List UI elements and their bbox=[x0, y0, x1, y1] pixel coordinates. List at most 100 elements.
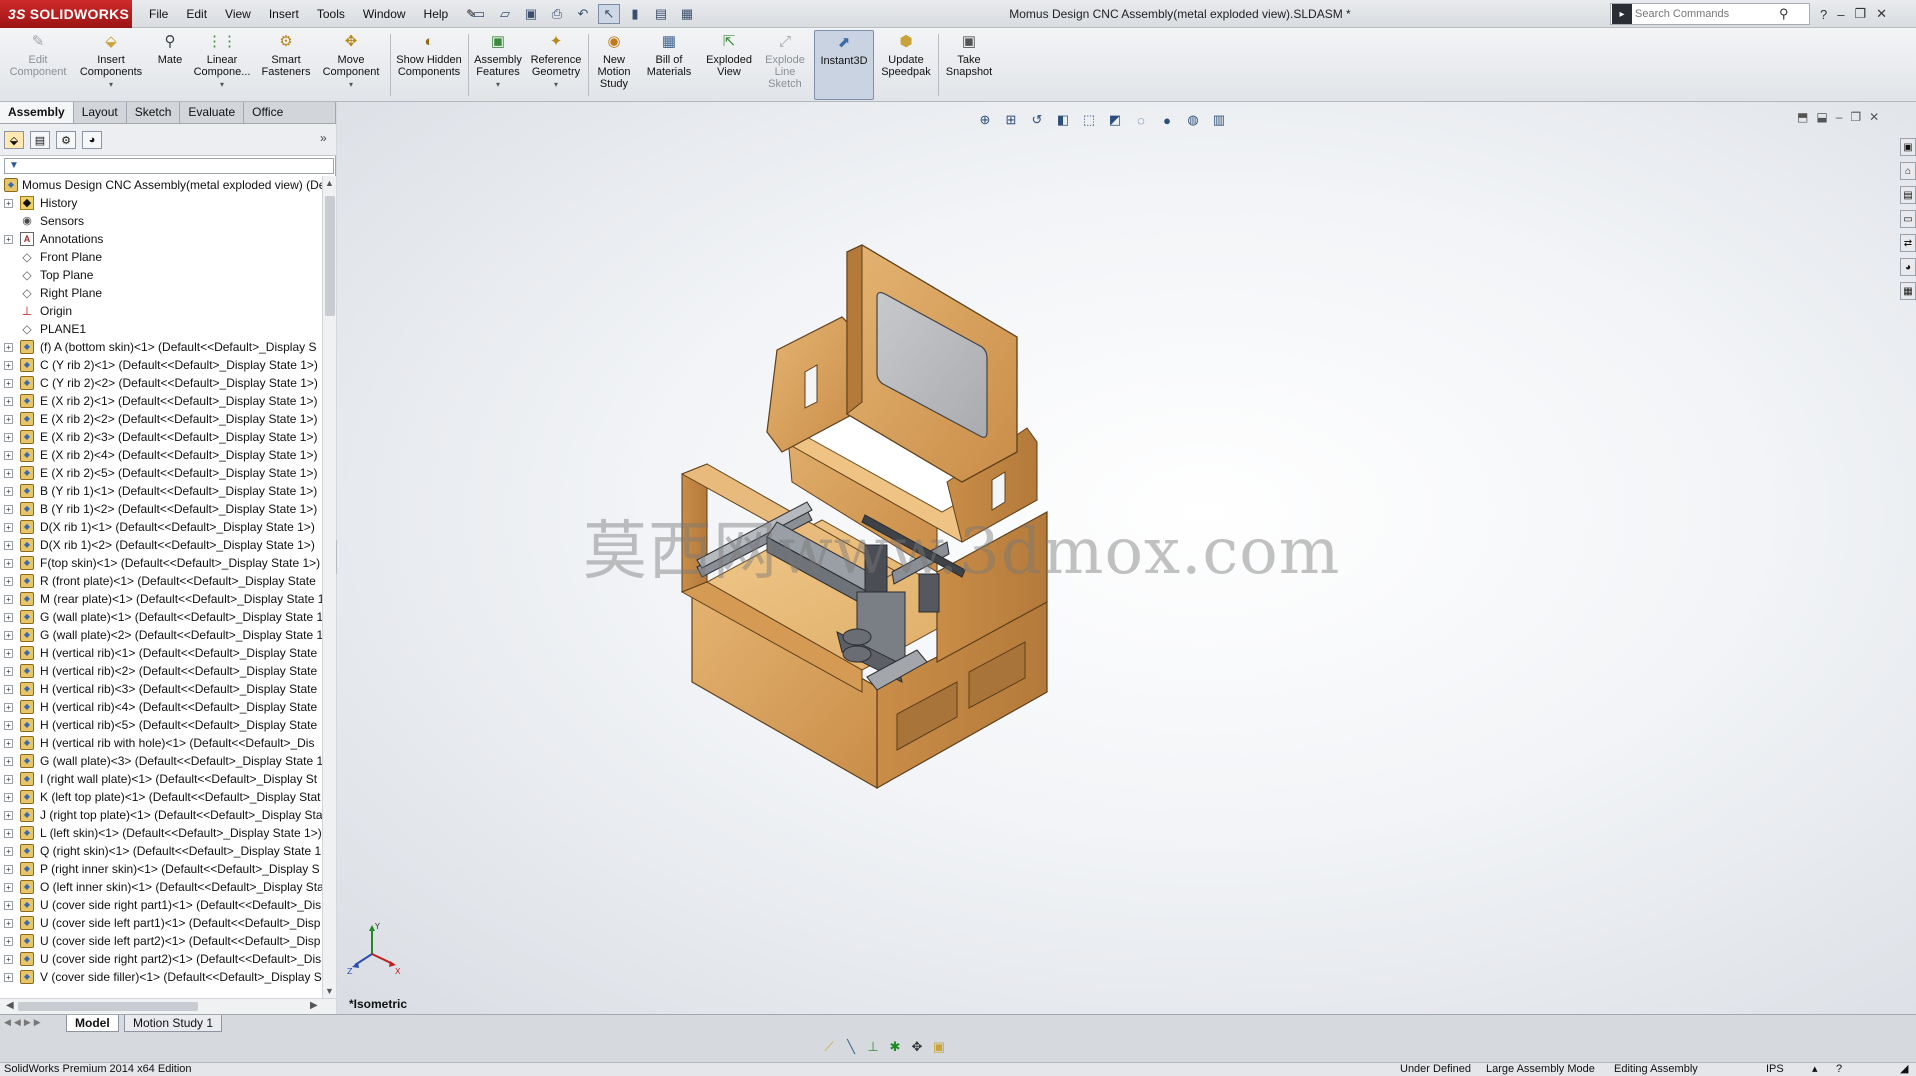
tree-item-top-plane[interactable]: ◇ Top Plane bbox=[0, 266, 322, 284]
dropdown-arrow-icon[interactable]: ▾ bbox=[496, 79, 500, 91]
tab-navigation-arrows[interactable]: ◀◀▶▶ bbox=[4, 1017, 44, 1028]
tree-component-row[interactable]: + ◆ G (wall plate)<3> (Default<<Default>_D… bbox=[0, 752, 322, 770]
expand-toggle-icon[interactable]: + bbox=[4, 667, 13, 676]
point-icon[interactable]: ✱ bbox=[886, 1038, 904, 1056]
tree-horizontal-scrollbar[interactable]: ◀ ▶ bbox=[0, 998, 336, 1014]
expand-toggle-icon[interactable]: + bbox=[4, 973, 13, 982]
smart-fasteners-button[interactable]: ⚙ Smart Fasteners bbox=[258, 32, 314, 98]
open-folder-icon[interactable]: ▱ bbox=[494, 4, 516, 24]
tab-layout[interactable]: Layout bbox=[74, 102, 127, 123]
expand-toggle-icon[interactable]: + bbox=[4, 829, 13, 838]
menu-window[interactable]: Window bbox=[354, 0, 415, 28]
tree-root-assembly[interactable]: ◆ Momus Design CNC Assembly(metal explod… bbox=[0, 176, 322, 194]
file-properties-icon[interactable]: ▤ bbox=[650, 4, 672, 24]
expand-toggle-icon[interactable]: + bbox=[4, 595, 13, 604]
expand-toggle-icon[interactable]: + bbox=[4, 523, 13, 532]
menu-help[interactable]: Help bbox=[415, 0, 458, 28]
line-icon[interactable]: ╲ bbox=[842, 1038, 860, 1056]
expand-toggle-icon[interactable]: + bbox=[4, 937, 13, 946]
search-input[interactable] bbox=[1635, 8, 1775, 20]
tree-component-row[interactable]: + ◆ C (Y rib 2)<2> (Default<<Default>_Disp… bbox=[0, 374, 322, 392]
tree-component-row[interactable]: + ◆ M (rear plate)<1> (Default<<Default>_D… bbox=[0, 590, 322, 608]
expand-toggle-icon[interactable]: + bbox=[4, 685, 13, 694]
expand-toggle-icon[interactable]: + bbox=[4, 469, 13, 478]
menu-edit[interactable]: Edit bbox=[177, 0, 216, 28]
dropdown-arrow-icon[interactable]: ▾ bbox=[554, 79, 558, 91]
rebuild-icon[interactable]: ▮ bbox=[624, 4, 646, 24]
tree-component-row[interactable]: + ◆ H (vertical rib)<2> (Default<<Default>… bbox=[0, 662, 322, 680]
help-status-icon[interactable]: ? bbox=[1836, 1063, 1842, 1076]
select-arrow-icon[interactable]: ↖ bbox=[598, 4, 620, 24]
minimize-icon[interactable]: – bbox=[1837, 7, 1844, 22]
display-manager-tab-icon[interactable]: ◕ bbox=[82, 131, 102, 149]
expand-toggle-icon[interactable]: + bbox=[4, 235, 13, 244]
expand-toggle-icon[interactable]: + bbox=[4, 793, 13, 802]
graphics-area[interactable]: ⊕ ⊞ ↺ ◧ ⬚ ◩ ◌ ● ◍ ▥ ⬒ ⬓ – ❐ ✕ ▣ ⌂ ▤ ▭ ⇄ … bbox=[337, 102, 1916, 1014]
expand-toggle-icon[interactable]: + bbox=[4, 721, 13, 730]
tree-filter[interactable]: ▼ bbox=[4, 158, 334, 174]
scroll-left-icon[interactable]: ◀ bbox=[6, 1000, 14, 1011]
units-dropdown-icon[interactable]: ▴ bbox=[1812, 1063, 1818, 1076]
component-icon[interactable]: ▣ bbox=[930, 1038, 948, 1056]
expand-toggle-icon[interactable]: + bbox=[4, 919, 13, 928]
scroll-thumb[interactable] bbox=[18, 1002, 198, 1011]
expand-toggle-icon[interactable]: + bbox=[4, 955, 13, 964]
scroll-down-icon[interactable]: ▼ bbox=[325, 986, 334, 996]
tree-item-history[interactable]: + ◆ History bbox=[0, 194, 322, 212]
tab-sketch[interactable]: Sketch bbox=[127, 102, 181, 123]
new-motion-study-button[interactable]: ◉ New Motion Study bbox=[592, 32, 636, 98]
expand-toggle-icon[interactable]: + bbox=[4, 865, 13, 874]
insert-components-button[interactable]: ⬙ Insert Components ▾ bbox=[76, 32, 146, 98]
units-selector[interactable]: IPS bbox=[1766, 1063, 1784, 1076]
expand-toggle-icon[interactable]: + bbox=[4, 775, 13, 784]
expand-toggle-icon[interactable]: + bbox=[4, 883, 13, 892]
tree-component-row[interactable]: + ◆ E (X rib 2)<2> (Default<<Default>_Disp… bbox=[0, 410, 322, 428]
tree-component-row[interactable]: + ◆ J (right top plate)<1> (Default<<Defau… bbox=[0, 806, 322, 824]
tree-component-row[interactable]: + ◆ R (front plate)<1> (Default<<Default>_… bbox=[0, 572, 322, 590]
tree-component-row[interactable]: + ◆ G (wall plate)<1> (Default<<Default>_D… bbox=[0, 608, 322, 626]
expand-toggle-icon[interactable]: + bbox=[4, 757, 13, 766]
expand-toggle-icon[interactable]: + bbox=[4, 505, 13, 514]
tree-component-row[interactable]: + ◆ C (Y rib 2)<1> (Default<<Default>_Disp… bbox=[0, 356, 322, 374]
dropdown-arrow-icon[interactable]: ▾ bbox=[109, 79, 113, 91]
expand-toggle-icon[interactable]: + bbox=[4, 739, 13, 748]
expand-toggle-icon[interactable]: + bbox=[4, 631, 13, 640]
explode-line-sketch-button[interactable]: ⤢ Explode Line Sketch bbox=[760, 32, 810, 98]
expand-toggle-icon[interactable]: + bbox=[4, 433, 13, 442]
expand-toggle-icon[interactable]: + bbox=[4, 577, 13, 586]
expand-panel-icon[interactable]: » bbox=[320, 131, 327, 145]
tree-component-row[interactable]: + ◆ E (X rib 2)<3> (Default<<Default>_Disp… bbox=[0, 428, 322, 446]
update-speedpak-button[interactable]: ⬢ Update Speedpak bbox=[878, 32, 934, 98]
assembly-features-button[interactable]: ▣ Assembly Features ▾ bbox=[472, 32, 524, 98]
tree-component-row[interactable]: + ◆ B (Y rib 1)<2> (Default<<Default>_Disp… bbox=[0, 500, 322, 518]
property-manager-tab-icon[interactable]: ▤ bbox=[30, 131, 50, 149]
smart-dimension-icon[interactable]: ⟋ bbox=[820, 1038, 838, 1056]
tree-vertical-scrollbar[interactable]: ▲ ▼ bbox=[322, 176, 336, 998]
axis-icon[interactable]: ⊥ bbox=[864, 1038, 882, 1056]
tree-component-row[interactable]: + ◆ B (Y rib 1)<1> (Default<<Default>_Disp… bbox=[0, 482, 322, 500]
tree-item-sensors[interactable]: ◉ Sensors bbox=[0, 212, 322, 230]
tree-component-row[interactable]: + ◆ F(top skin)<1> (Default<<Default>_Disp… bbox=[0, 554, 322, 572]
tree-component-row[interactable]: + ◆ P (right inner skin)<1> (Default<<Defa… bbox=[0, 860, 322, 878]
instant3d-button[interactable]: ⬈ Instant3D bbox=[814, 30, 874, 100]
expand-toggle-icon[interactable]: + bbox=[4, 847, 13, 856]
expand-toggle-icon[interactable]: + bbox=[4, 901, 13, 910]
bill-of-materials-button[interactable]: ▦ Bill of Materials bbox=[642, 32, 696, 98]
expand-toggle-icon[interactable]: + bbox=[4, 451, 13, 460]
mate-button[interactable]: ⚲ Mate bbox=[152, 32, 188, 98]
tree-component-row[interactable]: + ◆ U (cover side right part2)<1> (Default… bbox=[0, 950, 322, 968]
tree-component-row[interactable]: + ◆ E (X rib 2)<5> (Default<<Default>_Disp… bbox=[0, 464, 322, 482]
tree-component-row[interactable]: + ◆ H (vertical rib with hole)<1> (Default… bbox=[0, 734, 322, 752]
solidworks-logo[interactable]: 3S SOLIDWORKS bbox=[0, 0, 132, 28]
new-document-icon[interactable]: ▭ bbox=[468, 4, 490, 24]
search-icon[interactable]: ⚲ bbox=[1779, 6, 1789, 22]
tree-component-row[interactable]: + ◆ Q (right skin)<1> (Default<<Default>_D… bbox=[0, 842, 322, 860]
tab-office-products[interactable]: Office Products bbox=[244, 102, 336, 140]
take-snapshot-button[interactable]: ▣ Take Snapshot bbox=[942, 32, 996, 98]
tree-component-row[interactable]: + ◆ U (cover side left part1)<1> (Default<… bbox=[0, 914, 322, 932]
tree-component-row[interactable]: + ◆ I (right wall plate)<1> (Default<<Defa… bbox=[0, 770, 322, 788]
undo-icon[interactable]: ↶ bbox=[572, 4, 594, 24]
linear-pattern-button[interactable]: ⋮⋮ Linear Compone... ▾ bbox=[192, 32, 252, 98]
tree-component-row[interactable]: + ◆ U (cover side right part1)<1> (Default… bbox=[0, 896, 322, 914]
expand-toggle-icon[interactable]: + bbox=[4, 379, 13, 388]
